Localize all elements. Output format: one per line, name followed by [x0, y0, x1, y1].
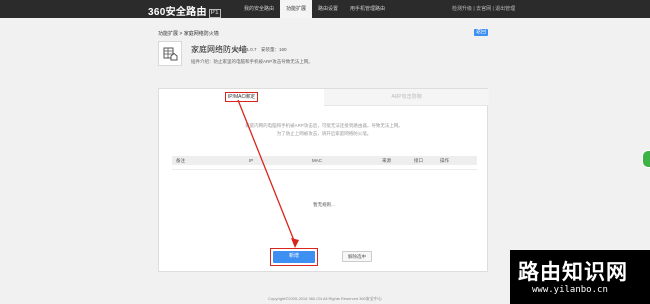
brand-name: 360安全路由	[148, 7, 207, 18]
tab-ip-mac-binding[interactable]: IP/MAC绑定	[159, 89, 324, 106]
col-source: 来源	[382, 158, 391, 163]
brand-logo[interactable]: 360安全路由 P1	[148, 3, 221, 18]
add-button-highlight: 新增	[270, 248, 318, 266]
col-mac: MAC	[312, 158, 322, 163]
col-remark: 备注	[176, 158, 185, 163]
unbind-selected-button[interactable]: 解除选中	[342, 251, 372, 262]
nav-mobile-manage[interactable]: 用手机管理路由	[344, 0, 391, 18]
col-action: 操作	[440, 158, 449, 163]
table-divider	[172, 169, 477, 170]
description-line-1: 家庭内网的电脑和手机被ARP攻击后，可能无法连接到路由器，导致无法上网。	[245, 123, 403, 128]
col-interface: 接口	[414, 158, 423, 163]
breadcrumb[interactable]: 功能扩展 > 家庭网络防火墙	[158, 30, 219, 37]
model-badge: P1	[208, 9, 221, 18]
main-nav: 我的安全路由 功能扩展 路由设置 用手机管理路由	[238, 0, 391, 18]
col-ip: IP	[249, 158, 254, 163]
nav-router-settings[interactable]: 路由设置	[312, 0, 344, 18]
firewall-app-icon	[158, 41, 182, 66]
add-button[interactable]: 新增	[273, 251, 315, 263]
binding-table-header: 备注 IP MAC 来源 接口 操作	[172, 156, 477, 165]
app-description: 插件介绍：防止家里的电脑和手机被ARP攻击导致无法上网。	[191, 59, 313, 64]
empty-table-message: 暂无规则...	[313, 202, 335, 207]
firewall-panel: IP/MAC绑定 ARP攻击防御 家庭内网的电脑和手机被ARP攻击后，可能无法连…	[158, 88, 489, 272]
nav-my-router[interactable]: 我的安全路由	[238, 0, 280, 18]
top-bar: 360安全路由 P1 我的安全路由 功能扩展 路由设置 用手机管理路由 检测升级 …	[0, 0, 650, 18]
side-expand-handle[interactable]	[642, 150, 650, 168]
tab-bar: IP/MAC绑定 ARP攻击防御	[159, 89, 489, 106]
description-line-2: 为了防止上网被攻击，请开启家庭网络防火墙。	[276, 131, 372, 136]
watermark-url: www.yilanbo.cn	[532, 285, 608, 295]
shield-house-icon	[163, 47, 178, 60]
tab-arp-defense[interactable]: ARP攻击防御	[324, 89, 489, 106]
back-button[interactable]: 返回	[474, 29, 488, 36]
app-version: 版本：1.0.7 安装量：160	[233, 47, 287, 52]
top-right-links[interactable]: 检测升级 | 去官网 | 退出管理	[452, 0, 515, 18]
tab-ip-mac-label: IP/MAC绑定	[224, 91, 259, 102]
watermark-title: 路由知识网	[518, 260, 628, 284]
nav-extensions[interactable]: 功能扩展	[280, 0, 313, 18]
